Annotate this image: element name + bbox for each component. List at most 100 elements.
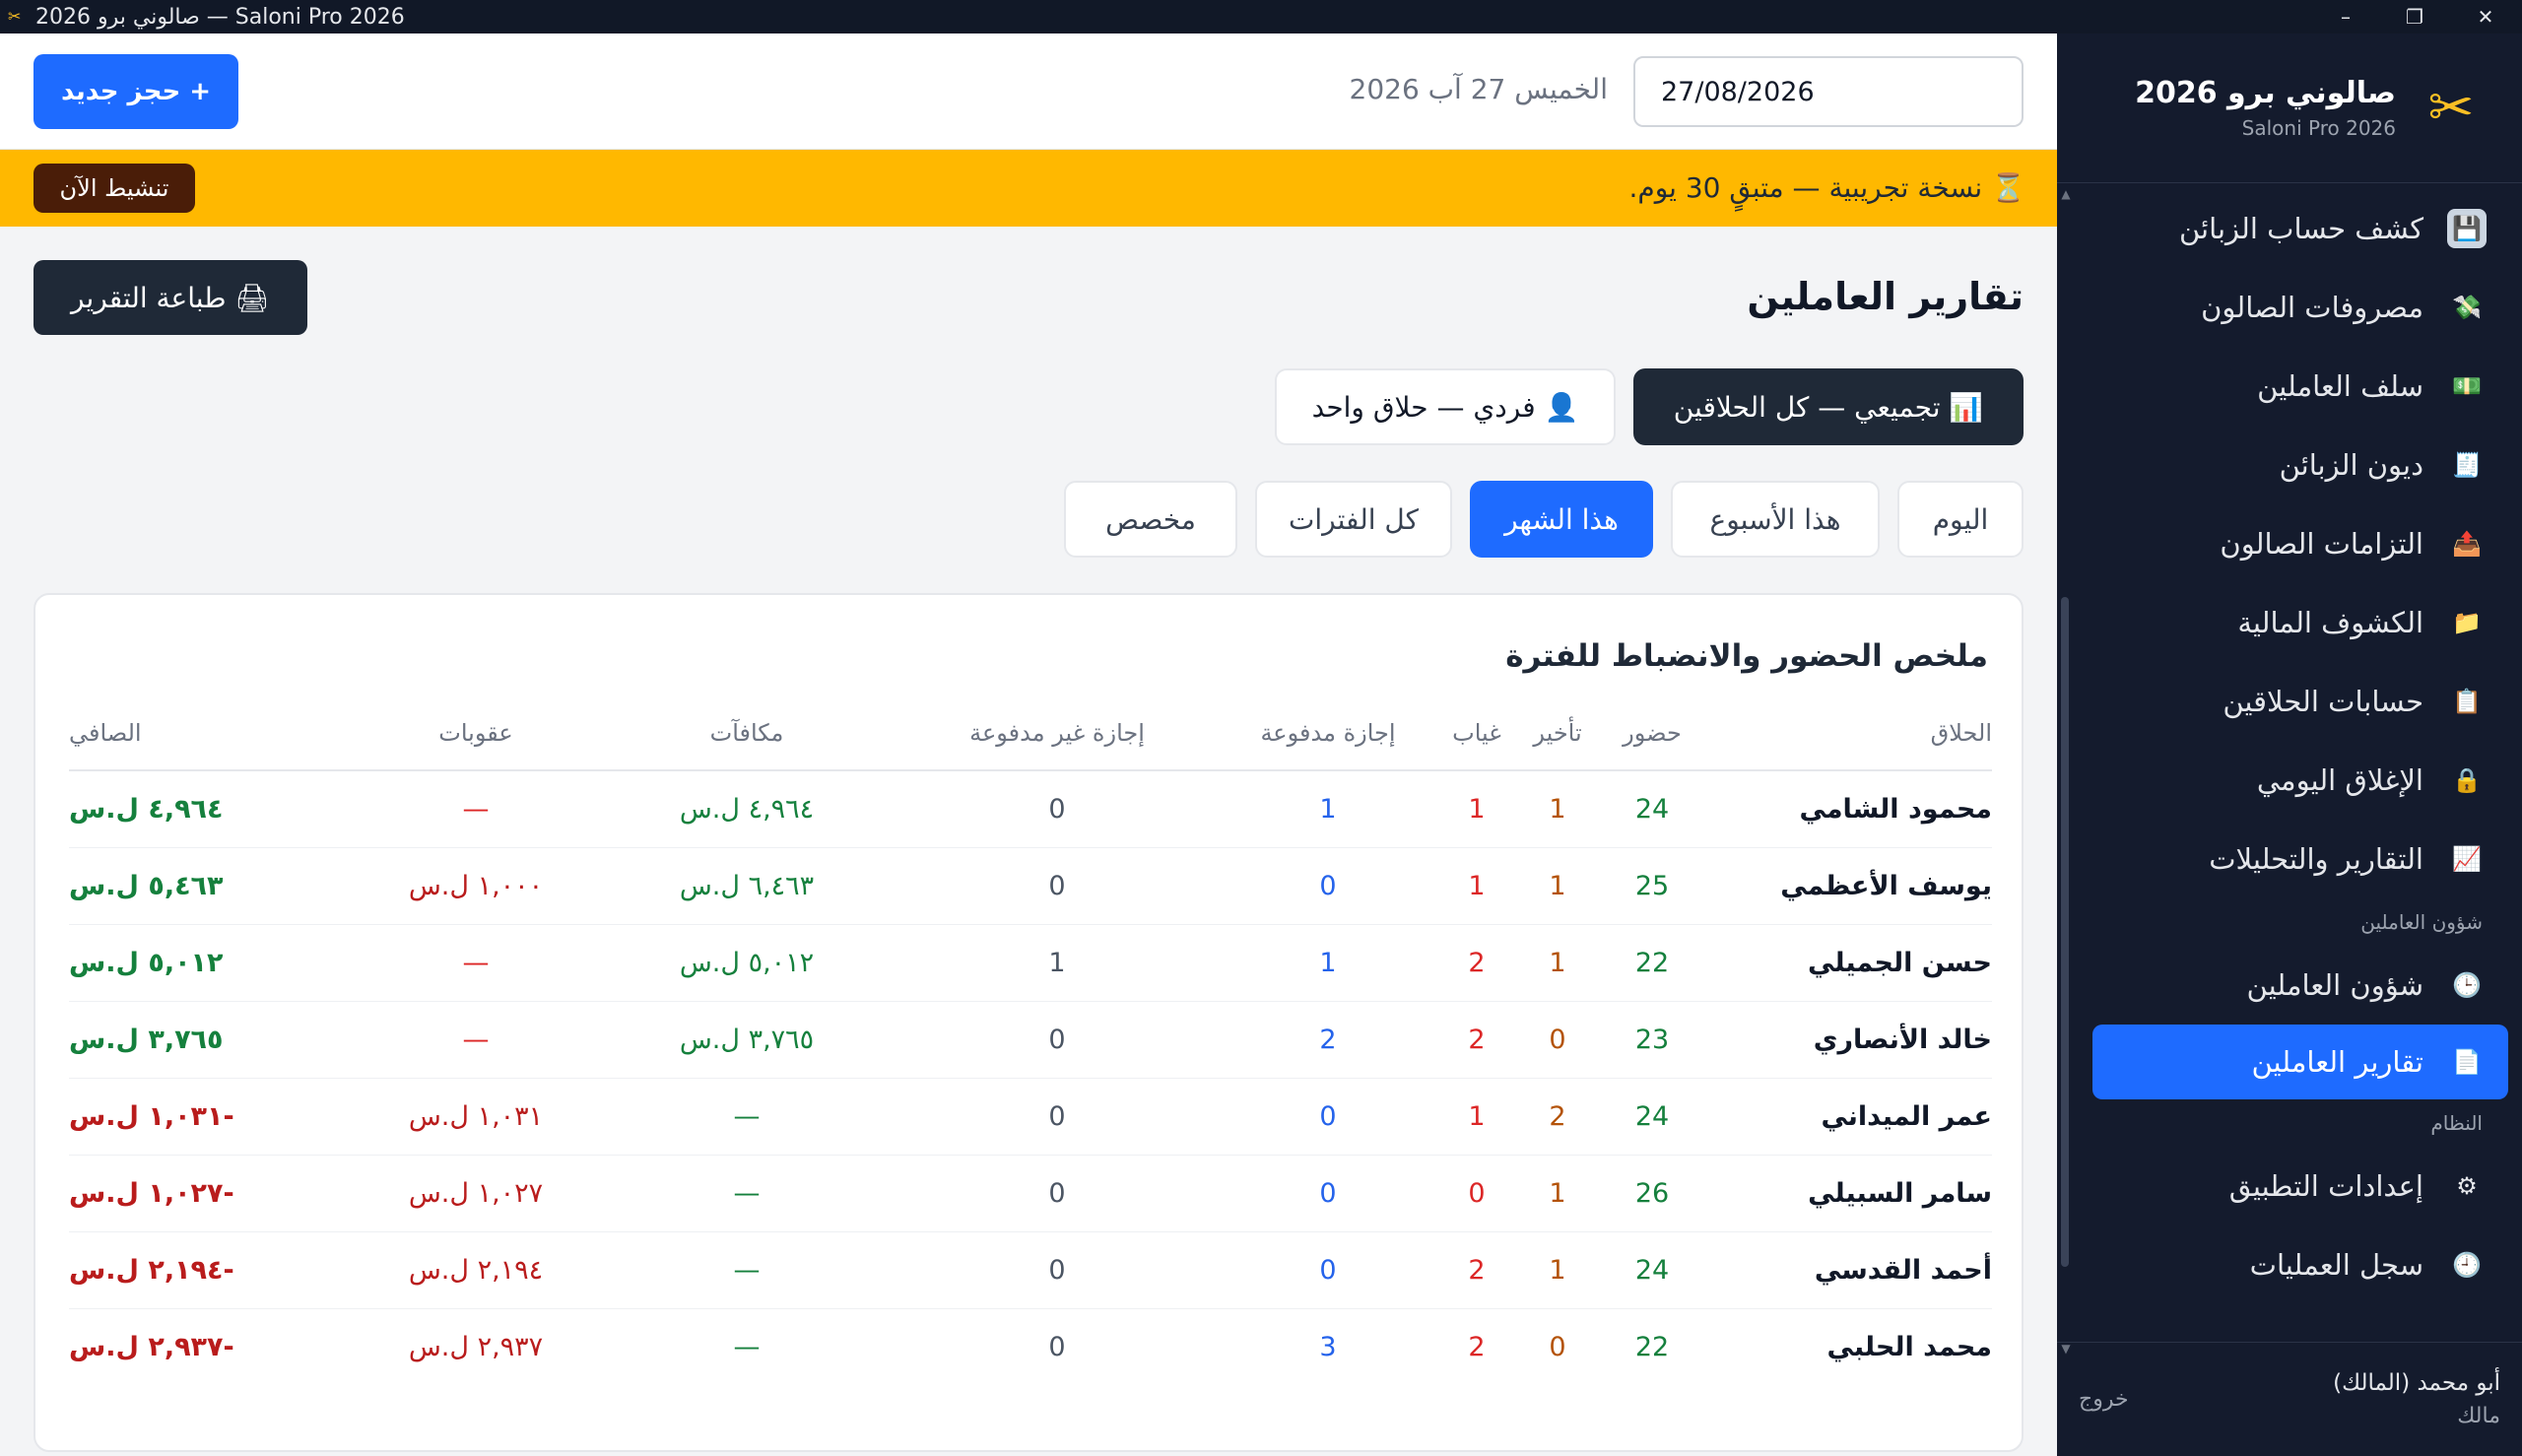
- sidebar-item-staff-advances[interactable]: 💵 سلف العاملين: [2057, 347, 2522, 426]
- date-field[interactable]: [1633, 56, 2024, 127]
- sidebar-section-system: النظام: [2430, 1111, 2483, 1135]
- table-row[interactable]: يوسف الأعظمي 25 1 1 0 0 ٦,٤٦٣ ل.س ١,٠٠٠ …: [69, 847, 1992, 925]
- trial-banner: ⏳ نسخة تجريبية — متبقٍ 30 يوم. تنشيط الآ…: [0, 150, 2057, 227]
- unpaid-leave-count: 0: [895, 1231, 1220, 1309]
- aggregate-mode-button[interactable]: 📊 تجميعي — كل الحلاقين: [1633, 368, 2024, 445]
- unpaid-leave-count: 1: [895, 924, 1220, 1002]
- maximize-button[interactable]: ❐: [2380, 0, 2449, 33]
- table-header-row: الحلاق حضور تأخير غياب إجازة مدفوعة إجاز…: [69, 695, 1992, 771]
- absent-count: 1: [1436, 847, 1517, 925]
- late-count: 1: [1517, 924, 1598, 1002]
- column-header[interactable]: إجازة غير مدفوعة: [895, 695, 1220, 771]
- sidebar-item-label: الكشوف المالية: [2237, 606, 2423, 639]
- barber-name: محمد الحلبي: [1826, 1331, 1992, 1362]
- period-today-button[interactable]: اليوم: [1897, 481, 2024, 558]
- late-count: 0: [1549, 1331, 1566, 1362]
- late-count: 1: [1517, 1155, 1598, 1232]
- sidebar-item-app-settings[interactable]: ⚙ إعدادات التطبيق: [2057, 1147, 2522, 1225]
- column-header[interactable]: عقوبات: [353, 695, 599, 771]
- brand-header: ✂ صالوني برو 2026 Saloni Pro 2026: [2057, 33, 2522, 183]
- barber-name: حسن الجميلي: [1706, 924, 1992, 1002]
- sidebar-item-customer-debts[interactable]: 🧾 ديون الزبائن: [2057, 426, 2522, 504]
- unpaid-leave-count: 0: [895, 847, 1220, 925]
- table-row[interactable]: محمود الشامي 24 1 1 1 0 ٤,٩٦٤ ل.س — ٤,٩٦…: [69, 770, 1992, 848]
- floppy-disk-icon: 💾: [2447, 209, 2487, 248]
- net-amount: ٥,٤٦٣ ل.س: [69, 847, 353, 925]
- sidebar-item-reports-analytics[interactable]: 📈 التقارير والتحليلات: [2057, 820, 2522, 898]
- table-row[interactable]: عمر الميداني 24 2 1 0 0 — ١,٠٣١ ل.س -١,٠…: [69, 1078, 1992, 1156]
- net-amount: ٤,٩٦٤ ل.س: [69, 770, 353, 848]
- print-report-button[interactable]: 🖨 طباعة التقرير: [33, 260, 307, 335]
- sidebar-item-salon-expenses[interactable]: 💸 مصروفات الصالون: [2057, 268, 2522, 347]
- period-custom-button[interactable]: مخصص: [1064, 481, 1237, 558]
- period-month-button[interactable]: هذا الشهر: [1470, 481, 1653, 558]
- table-row[interactable]: حسن الجميلي 22 1 2 1 1 ٥,٠١٢ ل.س — ٥,٠١٢…: [69, 924, 1992, 1002]
- penalty-amount: ٢,٩٣٧ ل.س: [408, 1331, 544, 1362]
- late-count: 1: [1517, 770, 1598, 848]
- table-row[interactable]: محمد الحلبي 22 0 2 3 0 — ٢,٩٣٧ ل.س -٢,٩٣…: [69, 1308, 1992, 1385]
- penalty-amount: ١,٠٠٠ ل.س: [353, 847, 599, 925]
- bonus-amount: ٦,٤٦٣ ل.س: [599, 847, 895, 925]
- bonus-amount: —: [599, 1155, 895, 1232]
- activate-now-button[interactable]: تنشيط الآن: [33, 164, 195, 213]
- column-header[interactable]: حضور: [1598, 695, 1706, 771]
- column-header[interactable]: إجازة مدفوعة: [1220, 695, 1436, 771]
- sidebar-item-barber-accounts[interactable]: 📋 حسابات الحلاقين: [2057, 662, 2522, 741]
- history-clock-icon: 🕘: [2452, 1251, 2482, 1279]
- paid-leave-count: 0: [1220, 1155, 1436, 1232]
- user-info: أبو محمد (المالك) مالك: [2333, 1370, 2500, 1428]
- top-bar: + حجز جديد الخميس 27 آب 2026: [0, 33, 2057, 150]
- late-count: 2: [1517, 1078, 1598, 1156]
- summary-title: ملخص الحضور والانضباط للفترة: [1505, 638, 1988, 674]
- sidebar-item-salon-obligations[interactable]: 📤 التزامات الصالون: [2057, 504, 2522, 583]
- brand-subtitle: Saloni Pro 2026: [2241, 116, 2396, 140]
- column-header[interactable]: مكافآت: [599, 695, 895, 771]
- bonus-amount: ٥,٠١٢ ل.س: [599, 924, 895, 1002]
- sidebar-item-financial-statements[interactable]: 📁 الكشوف المالية: [2057, 583, 2522, 662]
- table-row[interactable]: خالد الأنصاري 23 0 2 2 0 ٣,٧٦٥ ل.س — ٣,٧…: [69, 1001, 1992, 1079]
- gear-icon: ⚙: [2456, 1172, 2478, 1200]
- bonus-amount: —: [733, 1331, 761, 1362]
- column-header[interactable]: الصافي: [69, 695, 353, 771]
- individual-mode-button[interactable]: 👤 فردي — حلاق واحد: [1275, 368, 1616, 445]
- sidebar-item-label: سلف العاملين: [2257, 369, 2423, 403]
- scissors-logo-icon: ✂: [2427, 76, 2475, 140]
- brand-name: صالوني برو 2026: [2135, 76, 2396, 110]
- barber-name: يوسف الأعظمي: [1706, 847, 1992, 925]
- user-name: أبو محمد (المالك): [2333, 1370, 2500, 1396]
- logout-button[interactable]: خروج: [2079, 1387, 2129, 1412]
- present-count: 24: [1598, 770, 1706, 848]
- column-header[interactable]: الحلاق: [1706, 695, 1992, 771]
- period-all-button[interactable]: كل الفترات: [1255, 481, 1452, 558]
- window-title: صالوني برو 2026 — Saloni Pro 2026: [35, 4, 405, 30]
- sidebar-item-daily-closing[interactable]: 🔒 الإغلاق اليومي: [2057, 741, 2522, 820]
- unpaid-leave-count: 0: [895, 1001, 1220, 1079]
- sidebar-item-customer-statement[interactable]: 💾 كشف حساب الزبائن: [2057, 189, 2522, 268]
- late-count: 1: [1517, 1231, 1598, 1309]
- sidebar-item-label: حسابات الحلاقين: [2223, 685, 2423, 718]
- sidebar-item-staff-reports[interactable]: 📄 تقارير العاملين: [2092, 1025, 2508, 1099]
- column-header[interactable]: تأخير: [1517, 695, 1598, 771]
- table-row[interactable]: أحمد القدسي 24 1 2 0 0 — ٢,١٩٤ ل.س -٢,١٩…: [69, 1231, 1992, 1309]
- user-role: مالك: [2457, 1404, 2500, 1428]
- paid-leave-count: 0: [1220, 1231, 1436, 1309]
- unpaid-leave-count: 0: [895, 1155, 1220, 1232]
- penalty-amount: ١,٠٢٧ ل.س: [353, 1155, 599, 1232]
- table-row[interactable]: سامر السبيلي 26 1 0 0 0 — ١,٠٢٧ ل.س -١,٠…: [69, 1155, 1992, 1232]
- paid-leave-count: 1: [1220, 924, 1436, 1002]
- scissors-icon: ✂: [8, 7, 22, 26]
- new-booking-button[interactable]: + حجز جديد: [33, 54, 238, 129]
- present-count: 22: [1598, 924, 1706, 1002]
- folder-icon: 📁: [2452, 609, 2482, 636]
- sidebar-item-staff-affairs[interactable]: 🕒 شؤون العاملين: [2057, 946, 2522, 1025]
- net-amount: ٥,٠١٢ ل.س: [69, 924, 353, 1002]
- period-week-button[interactable]: هذا الأسبوع: [1671, 481, 1880, 558]
- clipboard-icon: 📋: [2452, 688, 2482, 715]
- main-content: + حجز جديد الخميس 27 آب 2026 ⏳ نسخة تجري…: [0, 33, 2057, 1456]
- sidebar-item-label: ديون الزبائن: [2279, 448, 2423, 482]
- sidebar-item-activity-log[interactable]: 🕘 سجل العمليات: [2057, 1225, 2522, 1304]
- minimize-button[interactable]: –: [2311, 0, 2380, 33]
- close-button[interactable]: ✕: [2451, 0, 2520, 33]
- unpaid-leave-count: 0: [1048, 1331, 1066, 1362]
- column-header[interactable]: غياب: [1436, 695, 1517, 771]
